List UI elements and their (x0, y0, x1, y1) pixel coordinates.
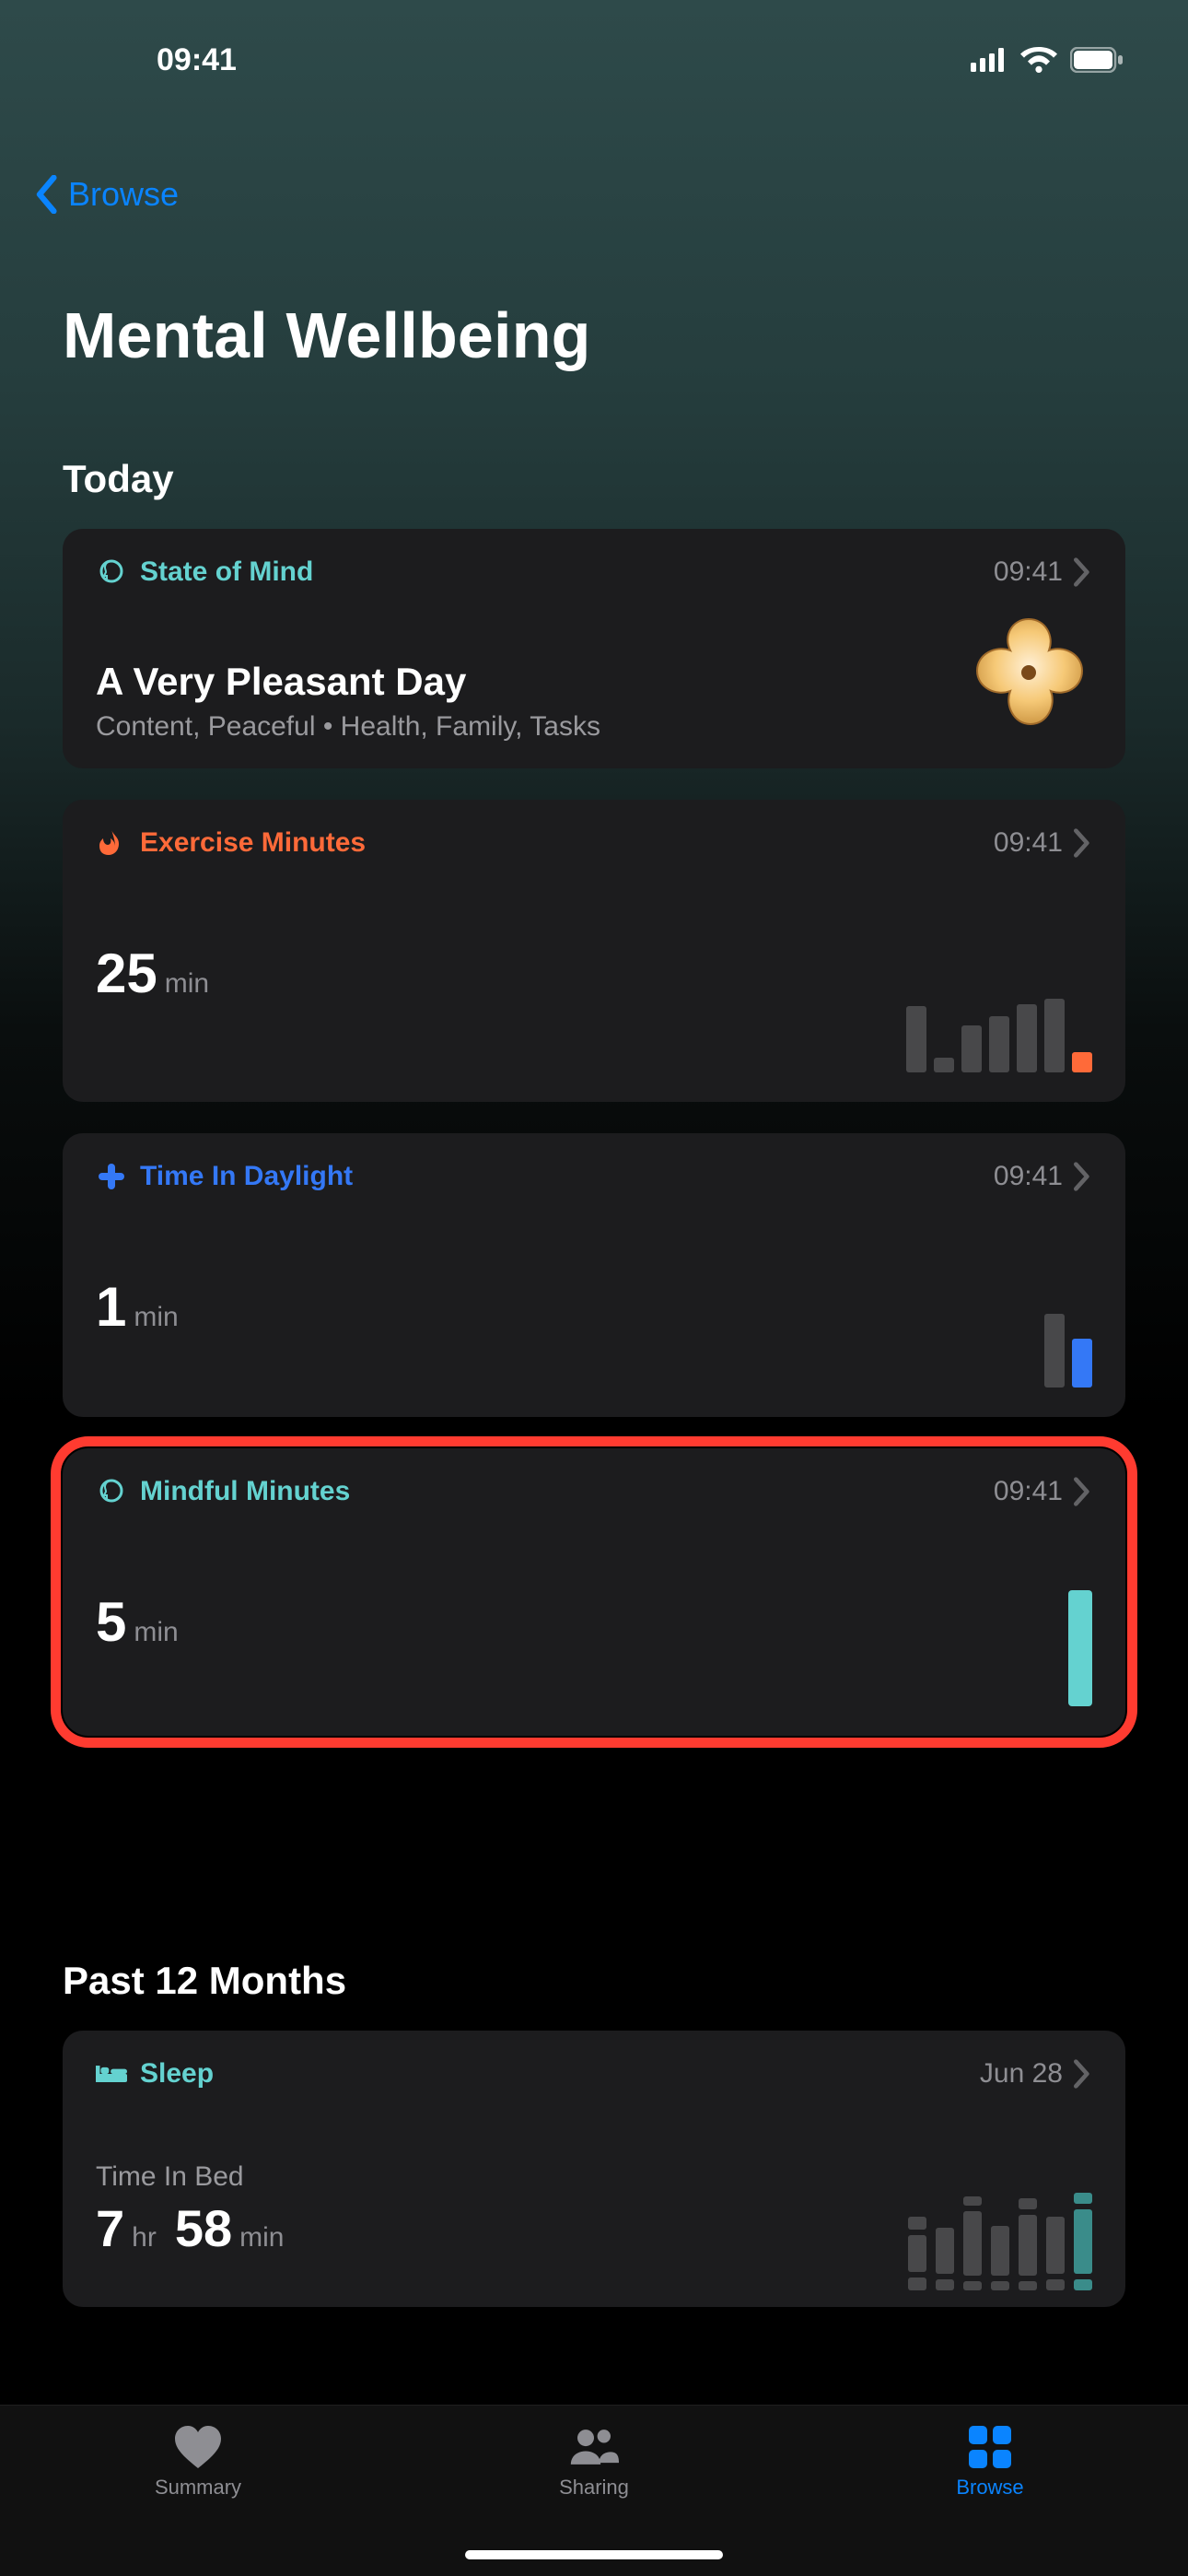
bar (1072, 1339, 1092, 1388)
status-time: 09:41 (157, 42, 237, 78)
card-timestamp: Jun 28 (980, 2058, 1092, 2090)
tab-summary[interactable]: Summary (2, 2424, 394, 2500)
card-timestamp: 09:41 (994, 1161, 1092, 1192)
chevron-right-icon (1072, 557, 1092, 587)
battery-icon (1070, 47, 1124, 73)
card-timestamp: 09:41 (994, 1476, 1092, 1507)
card-title-text: Time In Daylight (140, 1161, 353, 1192)
sleep-subheading: Time In Bed (96, 2161, 1092, 2193)
section-header-past: Past 12 Months (63, 1959, 1125, 2003)
mindful-value: 5min (96, 1590, 1092, 1654)
tab-label: Sharing (559, 2476, 629, 2500)
chevron-right-icon (1072, 2059, 1092, 2089)
cellular-icon (971, 48, 1007, 72)
tab-label: Browse (956, 2476, 1023, 2500)
plus-icon (96, 1161, 127, 1192)
card-title: Mindful Minutes (96, 1476, 350, 1507)
tab-sharing[interactable]: Sharing (398, 2424, 790, 2500)
chevron-left-icon (29, 175, 63, 214)
card-exercise-minutes[interactable]: Exercise Minutes 09:41 25min (63, 800, 1125, 1102)
card-title: Exercise Minutes (96, 827, 366, 859)
card-sleep[interactable]: Sleep Jun 28 Time In Bed 7hr 58min (63, 2031, 1125, 2307)
bed-icon (96, 2058, 127, 2090)
chevron-right-icon (1072, 1162, 1092, 1191)
card-title: Sleep (96, 2058, 214, 2090)
status-indicators (971, 47, 1124, 73)
state-of-mind-subtext: Content, Peaceful • Health, Family, Task… (96, 711, 1092, 743)
back-label: Browse (68, 175, 179, 214)
grid-icon (965, 2424, 1015, 2470)
flame-icon (96, 827, 127, 859)
card-title-text: Mindful Minutes (140, 1476, 350, 1507)
section-header-today: Today (63, 457, 1125, 501)
mindful-bar (1068, 1590, 1092, 1706)
exercise-mini-chart (906, 999, 1092, 1072)
daylight-mini-chart (906, 1314, 1092, 1388)
page-title: Mental Wellbeing (63, 299, 591, 372)
tab-label: Summary (155, 2476, 241, 2500)
heart-icon (173, 2424, 223, 2470)
flower-icon (960, 610, 1098, 748)
bar (934, 1058, 954, 1072)
bar (906, 1006, 926, 1072)
card-title: State of Mind (96, 556, 313, 588)
card-state-of-mind[interactable]: State of Mind 09:41 A Very Pleasant Day … (63, 529, 1125, 768)
brain-icon (96, 1476, 127, 1507)
status-bar: 09:41 (0, 0, 1188, 120)
card-timestamp: 09:41 (994, 556, 1092, 588)
people-icon (569, 2424, 619, 2470)
back-button[interactable]: Browse (29, 175, 179, 214)
card-daylight[interactable]: Time In Daylight 09:41 1min (63, 1133, 1125, 1417)
bar (961, 1025, 982, 1072)
chevron-right-icon (1072, 828, 1092, 858)
bar (1072, 1052, 1092, 1072)
home-indicator[interactable] (465, 2550, 723, 2559)
card-title-text: Exercise Minutes (140, 827, 366, 859)
today-section: Today State of Mind 09:41 A Very Pleasan… (63, 457, 1125, 1767)
bar (989, 1016, 1009, 1072)
card-mindful-minutes[interactable]: Mindful Minutes 09:41 5min (63, 1448, 1125, 1736)
bar (1044, 999, 1065, 1072)
sleep-mini-chart (908, 2189, 1092, 2290)
brain-icon (96, 556, 127, 588)
exercise-value: 25min (96, 942, 1092, 1005)
tab-browse[interactable]: Browse (794, 2424, 1186, 2500)
chevron-right-icon (1072, 1477, 1092, 1506)
card-title-text: Sleep (140, 2058, 214, 2090)
card-timestamp: 09:41 (994, 827, 1092, 859)
bar (1017, 1004, 1037, 1072)
wifi-icon (1020, 47, 1057, 73)
past-section: Past 12 Months Sleep Jun 28 Time In Bed … (63, 1959, 1125, 2338)
bar (1044, 1314, 1065, 1388)
card-title: Time In Daylight (96, 1161, 353, 1192)
card-title-text: State of Mind (140, 556, 313, 588)
state-of-mind-headline: A Very Pleasant Day (96, 660, 1092, 704)
